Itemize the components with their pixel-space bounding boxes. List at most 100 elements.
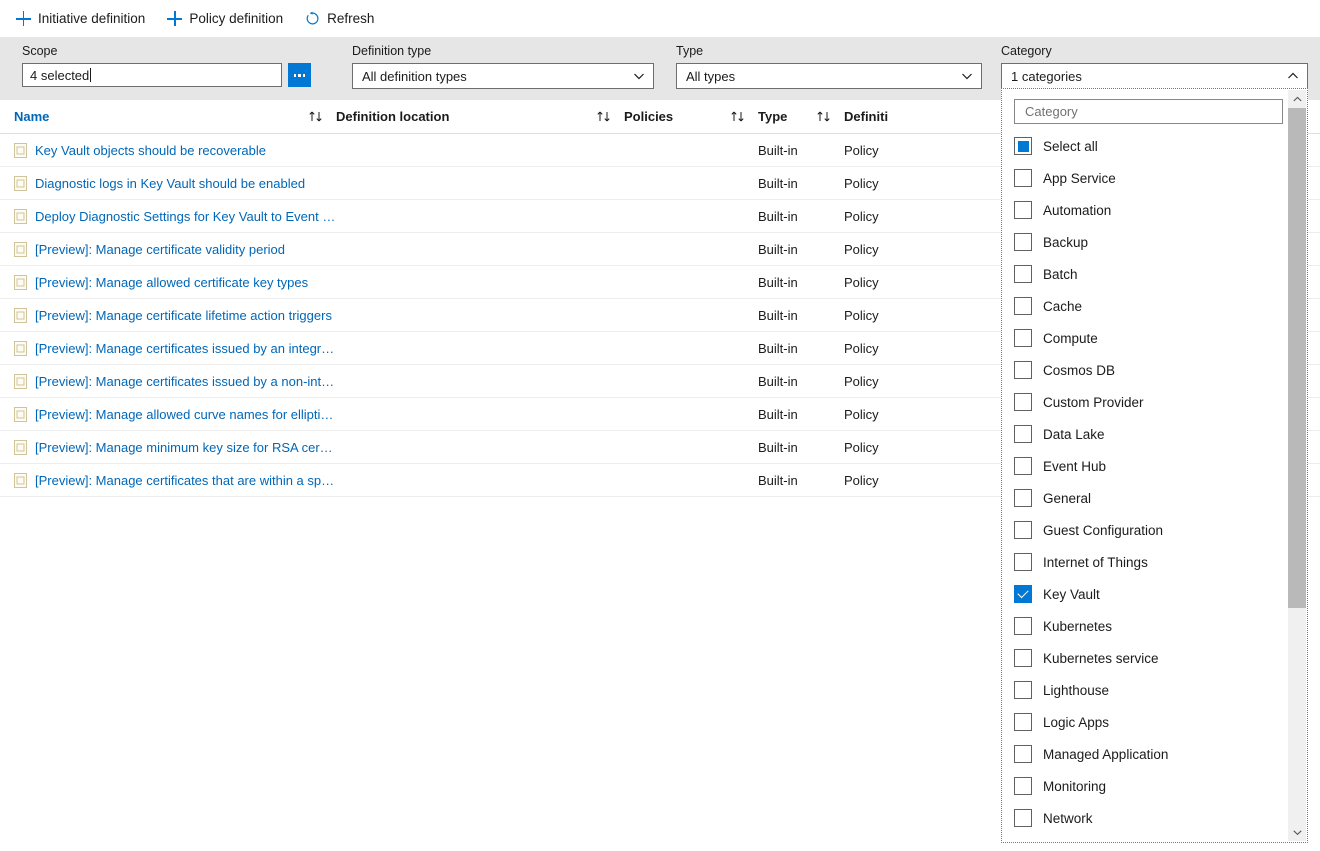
category-option-monitoring[interactable]: Monitoring (1004, 770, 1283, 802)
checkbox-unchecked-icon[interactable] (1014, 521, 1032, 539)
category-option-logic-apps[interactable]: Logic Apps (1004, 706, 1283, 738)
cell-definition-location (336, 134, 624, 166)
column-header-name[interactable]: Name (0, 100, 336, 133)
category-option-label: Key Vault (1043, 587, 1100, 602)
checkbox-checked-icon[interactable] (1014, 585, 1032, 603)
checkbox-unchecked-icon[interactable] (1014, 457, 1032, 475)
checkbox-unchecked-icon[interactable] (1014, 553, 1032, 571)
checkbox-unchecked-icon[interactable] (1014, 201, 1032, 219)
cell-type: Built-in (758, 167, 844, 199)
column-header-type[interactable]: Type (758, 100, 844, 133)
cell-definition-type: Policy (844, 464, 964, 496)
category-option-cache[interactable]: Cache (1004, 290, 1283, 322)
type-label: Type (676, 44, 984, 58)
policy-name-link[interactable]: Diagnostic logs in Key Vault should be e… (35, 176, 305, 191)
cell-definition-location (336, 233, 624, 265)
checkbox-indeterminate-icon[interactable] (1014, 137, 1032, 155)
checkbox-unchecked-icon[interactable] (1014, 777, 1032, 795)
definition-type-select[interactable]: All definition types (352, 63, 654, 89)
category-option-network[interactable]: Network (1004, 802, 1283, 834)
policy-name-link[interactable]: [Preview]: Manage certificate validity p… (35, 242, 285, 257)
policy-name-link[interactable]: [Preview]: Manage certificates issued by… (35, 374, 336, 389)
definition-type-value: Policy (844, 209, 879, 224)
category-option-event-hub[interactable]: Event Hub (1004, 450, 1283, 482)
category-option-label: Backup (1043, 235, 1088, 250)
category-option-lighthouse[interactable]: Lighthouse (1004, 674, 1283, 706)
sort-icon[interactable] (816, 110, 834, 123)
policy-name-link[interactable]: Key Vault objects should be recoverable (35, 143, 266, 158)
checkbox-unchecked-icon[interactable] (1014, 489, 1032, 507)
checkbox-unchecked-icon[interactable] (1014, 169, 1032, 187)
cell-type: Built-in (758, 431, 844, 463)
category-option-select-all[interactable]: Select all (1004, 130, 1283, 162)
checkbox-unchecked-icon[interactable] (1014, 297, 1032, 315)
checkbox-unchecked-icon[interactable] (1014, 329, 1032, 347)
cell-policies (624, 200, 758, 232)
ellipsis-icon (303, 74, 305, 77)
definition-type-value: Policy (844, 341, 879, 356)
cell-definition-location (336, 431, 624, 463)
checkbox-unchecked-icon[interactable] (1014, 745, 1032, 763)
checkbox-unchecked-icon[interactable] (1014, 617, 1032, 635)
type-select[interactable]: All types (676, 63, 982, 89)
category-dropdown-scrollbar[interactable] (1288, 90, 1306, 841)
category-option-compute[interactable]: Compute (1004, 322, 1283, 354)
document-icon (14, 275, 27, 290)
category-option-managed-application[interactable]: Managed Application (1004, 738, 1283, 770)
type-value: Built-in (758, 209, 798, 224)
category-search-input[interactable] (1023, 103, 1274, 120)
category-option-automation[interactable]: Automation (1004, 194, 1283, 226)
scroll-up-button[interactable] (1288, 90, 1306, 108)
checkbox-unchecked-icon[interactable] (1014, 713, 1032, 731)
category-option-data-lake[interactable]: Data Lake (1004, 418, 1283, 450)
scrollbar-track[interactable] (1288, 108, 1306, 823)
category-option-custom-provider[interactable]: Custom Provider (1004, 386, 1283, 418)
category-select[interactable]: 1 categories (1001, 63, 1308, 89)
checkbox-unchecked-icon[interactable] (1014, 681, 1032, 699)
category-option-key-vault[interactable]: Key Vault (1004, 578, 1283, 610)
column-header-definition-type[interactable]: Definiti (844, 100, 964, 133)
category-option-backup[interactable]: Backup (1004, 226, 1283, 258)
category-option-kubernetes-service[interactable]: Kubernetes service (1004, 642, 1283, 674)
scope-browse-button[interactable] (288, 63, 311, 87)
sort-icon[interactable] (308, 110, 326, 123)
checkbox-unchecked-icon[interactable] (1014, 265, 1032, 283)
scrollbar-thumb[interactable] (1288, 108, 1306, 608)
checkbox-unchecked-icon[interactable] (1014, 425, 1032, 443)
cell-name: [Preview]: Manage allowed curve names fo… (0, 398, 336, 430)
category-option-app-service[interactable]: App Service (1004, 162, 1283, 194)
category-option-guest-configuration[interactable]: Guest Configuration (1004, 514, 1283, 546)
category-option-general[interactable]: General (1004, 482, 1283, 514)
policy-name-link[interactable]: [Preview]: Manage certificates issued by… (35, 341, 336, 356)
category-search-box[interactable] (1014, 99, 1283, 124)
policy-name-link[interactable]: [Preview]: Manage certificates that are … (35, 473, 336, 488)
checkbox-unchecked-icon[interactable] (1014, 361, 1032, 379)
column-header-policies[interactable]: Policies (624, 100, 758, 133)
type-value: Built-in (758, 308, 798, 323)
category-option-cosmos-db[interactable]: Cosmos DB (1004, 354, 1283, 386)
checkbox-unchecked-icon[interactable] (1014, 393, 1032, 411)
policy-name-link[interactable]: Deploy Diagnostic Settings for Key Vault… (35, 209, 336, 224)
category-label: Category (1001, 44, 1309, 58)
policy-name-link[interactable]: [Preview]: Manage certificate lifetime a… (35, 308, 332, 323)
policy-name-link[interactable]: [Preview]: Manage minimum key size for R… (35, 440, 336, 455)
checkbox-unchecked-icon[interactable] (1014, 809, 1032, 827)
scope-input[interactable]: 4 selected (22, 63, 282, 87)
checkbox-unchecked-icon[interactable] (1014, 233, 1032, 251)
category-option-kubernetes[interactable]: Kubernetes (1004, 610, 1283, 642)
policy-name-link[interactable]: [Preview]: Manage allowed curve names fo… (35, 407, 336, 422)
scroll-down-button[interactable] (1288, 823, 1306, 841)
policy-definition-button[interactable]: Policy definition (165, 5, 293, 33)
refresh-button[interactable]: Refresh (303, 5, 384, 33)
checkbox-unchecked-icon[interactable] (1014, 649, 1032, 667)
policy-name-link[interactable]: [Preview]: Manage allowed certificate ke… (35, 275, 308, 290)
sort-icon[interactable] (730, 110, 748, 123)
sort-icon[interactable] (596, 110, 614, 123)
cell-definition-location (336, 464, 624, 496)
column-header-definition-location[interactable]: Definition location (336, 100, 624, 133)
definition-type-value: All definition types (362, 69, 467, 84)
cell-type: Built-in (758, 200, 844, 232)
initiative-definition-button[interactable]: Initiative definition (14, 5, 155, 33)
category-option-internet-of-things[interactable]: Internet of Things (1004, 546, 1283, 578)
category-option-batch[interactable]: Batch (1004, 258, 1283, 290)
